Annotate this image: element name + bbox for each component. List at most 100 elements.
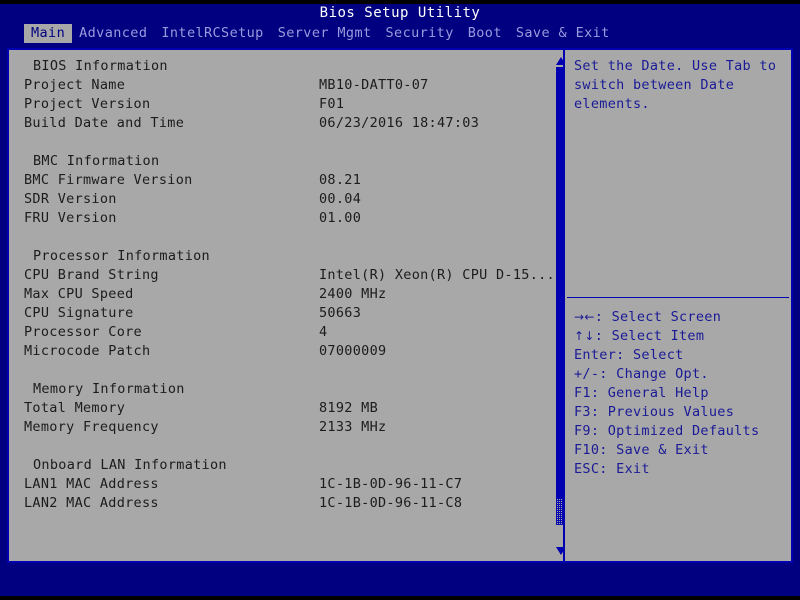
- settings-row-value: F01: [319, 95, 344, 114]
- settings-row-value: 4: [319, 323, 327, 342]
- settings-row[interactable]: CPU Signature 50663: [9, 304, 563, 323]
- settings-row-value: 06/23/2016 18:47:03: [319, 114, 479, 133]
- settings-row-value: 8192 MB: [319, 399, 378, 418]
- menu-tab-bar: MainAdvancedIntelRCSetupServer MgmtSecur…: [0, 24, 800, 44]
- key-legend: →←: Select Screen↑↓: Select ItemEnter: S…: [574, 308, 786, 479]
- key-legend-label: F3: Previous Values: [574, 404, 734, 420]
- key-legend-label: F9: Optimized Defaults: [574, 423, 759, 439]
- settings-row-label: Build Date and Time: [24, 114, 184, 133]
- key-legend-row: F1: General Help: [574, 384, 786, 403]
- menu-tab-boot[interactable]: Boot: [461, 24, 509, 43]
- key-legend-label: +/-: Change Opt.: [574, 366, 709, 382]
- settings-row[interactable]: LAN2 MAC Address 1C-1B-0D-96-11-C8: [9, 494, 563, 513]
- settings-row-label: CPU Brand String: [24, 266, 159, 285]
- settings-row[interactable]: Microcode Patch 07000009: [9, 342, 563, 361]
- settings-row-value: 00.04: [319, 190, 361, 209]
- menu-tab-save-exit[interactable]: Save & Exit: [509, 24, 617, 43]
- settings-row-value: 08.21: [319, 171, 361, 190]
- settings-row[interactable]: Build Date and Time 06/23/2016 18:47:03: [9, 114, 563, 133]
- settings-scrollbar[interactable]: [554, 55, 563, 556]
- list-spacer: [9, 437, 563, 456]
- menu-tab-advanced[interactable]: Advanced: [72, 24, 154, 43]
- section-header-label: BIOS Information: [33, 57, 168, 76]
- settings-list: BIOS InformationProject NameMB10-DATT0-0…: [9, 57, 563, 513]
- arrow-keys-icon: →←: [574, 310, 595, 324]
- settings-row-label: Max CPU Speed: [24, 285, 134, 304]
- scrollbar-dither: [556, 499, 563, 525]
- settings-row-label: Microcode Patch: [24, 342, 150, 361]
- settings-row-value: 01.00: [319, 209, 361, 228]
- settings-row-label: Project Version: [24, 95, 150, 114]
- settings-row-value: Intel(R) Xeon(R) CPU D-15...: [319, 266, 555, 285]
- settings-row-label: Memory Frequency: [24, 418, 159, 437]
- settings-row-label: LAN1 MAC Address: [24, 475, 159, 494]
- section-header-row: Onboard LAN Information: [9, 456, 563, 475]
- bottom-border: [0, 596, 800, 600]
- key-legend-label: F10: Save & Exit: [574, 442, 709, 458]
- key-legend-label: Enter: Select: [574, 347, 684, 363]
- section-header-row: BIOS Information: [9, 57, 563, 76]
- scrollbar-thumb[interactable]: [556, 67, 563, 499]
- scrollbar-track[interactable]: [556, 67, 563, 544]
- help-divider: [567, 297, 789, 298]
- section-header-label: Memory Information: [33, 380, 185, 399]
- key-legend-row: F10: Save & Exit: [574, 441, 786, 460]
- settings-row-value: 07000009: [319, 342, 386, 361]
- content-frame: BIOS InformationProject NameMB10-DATT0-0…: [7, 48, 793, 563]
- settings-row[interactable]: FRU Version 01.00: [9, 209, 563, 228]
- key-legend-row: +/-: Change Opt.: [574, 365, 786, 384]
- settings-row[interactable]: CPU Brand String Intel(R) Xeon(R) CPU D-1…: [9, 266, 563, 285]
- settings-row-value: 2133 MHz: [319, 418, 386, 437]
- settings-row-label: FRU Version: [24, 209, 117, 228]
- settings-row-label: LAN2 MAC Address: [24, 494, 159, 513]
- settings-row-value: 50663: [319, 304, 361, 323]
- settings-row-label: CPU Signature: [24, 304, 134, 323]
- key-legend-label: ESC: Exit: [574, 461, 650, 477]
- key-legend-label: : Select Screen: [595, 309, 721, 325]
- section-header-row: Processor Information: [9, 247, 563, 266]
- help-pane: Set the Date. Use Tab to switch between …: [565, 50, 791, 561]
- menu-tab-main[interactable]: Main: [24, 24, 72, 43]
- settings-row[interactable]: Total Memory 8192 MB: [9, 399, 563, 418]
- section-header-label: Onboard LAN Information: [33, 456, 227, 475]
- settings-row-value: 1C-1B-0D-96-11-C7: [319, 475, 462, 494]
- list-spacer: [9, 361, 563, 380]
- section-header-label: Processor Information: [33, 247, 210, 266]
- key-legend-row: Enter: Select: [574, 346, 786, 365]
- settings-row-label: SDR Version: [24, 190, 117, 209]
- settings-row[interactable]: BMC Firmware Version 08.21: [9, 171, 563, 190]
- key-legend-row: ESC: Exit: [574, 460, 786, 479]
- key-legend-row: →←: Select Screen: [574, 308, 786, 327]
- settings-row-label: BMC Firmware Version: [24, 171, 193, 190]
- window-title: Bios Setup Utility: [0, 4, 800, 22]
- section-header-row: BMC Information: [9, 152, 563, 171]
- scroll-up-arrow-icon[interactable]: [555, 55, 563, 66]
- key-legend-row: F3: Previous Values: [574, 403, 786, 422]
- settings-pane: BIOS InformationProject NameMB10-DATT0-0…: [9, 50, 563, 561]
- settings-row-label: Total Memory: [24, 399, 125, 418]
- list-spacer: [9, 133, 563, 152]
- settings-row[interactable]: Memory Frequency 2133 MHz: [9, 418, 563, 437]
- settings-row-value: 2400 MHz: [319, 285, 386, 304]
- list-spacer: [9, 228, 563, 247]
- key-legend-row: F9: Optimized Defaults: [574, 422, 786, 441]
- settings-row-value: MB10-DATT0-07: [319, 76, 429, 95]
- menu-tab-intelrcsetup[interactable]: IntelRCSetup: [154, 24, 270, 43]
- settings-row[interactable]: LAN1 MAC Address 1C-1B-0D-96-11-C7: [9, 475, 563, 494]
- help-text: Set the Date. Use Tab to switch between …: [574, 57, 782, 114]
- scroll-down-arrow-icon[interactable]: [555, 545, 563, 556]
- section-header-label: BMC Information: [33, 152, 159, 171]
- section-header-row: Memory Information: [9, 380, 563, 399]
- settings-row[interactable]: Max CPU Speed 2400 MHz: [9, 285, 563, 304]
- settings-row-value: 1C-1B-0D-96-11-C8: [319, 494, 462, 513]
- settings-row[interactable]: SDR Version 00.04: [9, 190, 563, 209]
- settings-row-label: Processor Core: [24, 323, 142, 342]
- menu-tab-security[interactable]: Security: [379, 24, 461, 43]
- settings-row[interactable]: Project Version F01: [9, 95, 563, 114]
- key-legend-label: F1: General Help: [574, 385, 709, 401]
- menu-tab-server-mgmt[interactable]: Server Mgmt: [271, 24, 379, 43]
- settings-row[interactable]: Processor Core 4: [9, 323, 563, 342]
- bios-setup-screen: Bios Setup Utility MainAdvancedIntelRCSe…: [0, 0, 800, 600]
- settings-row[interactable]: Project NameMB10-DATT0-07: [9, 76, 563, 95]
- arrow-keys-icon: ↑↓: [574, 329, 595, 343]
